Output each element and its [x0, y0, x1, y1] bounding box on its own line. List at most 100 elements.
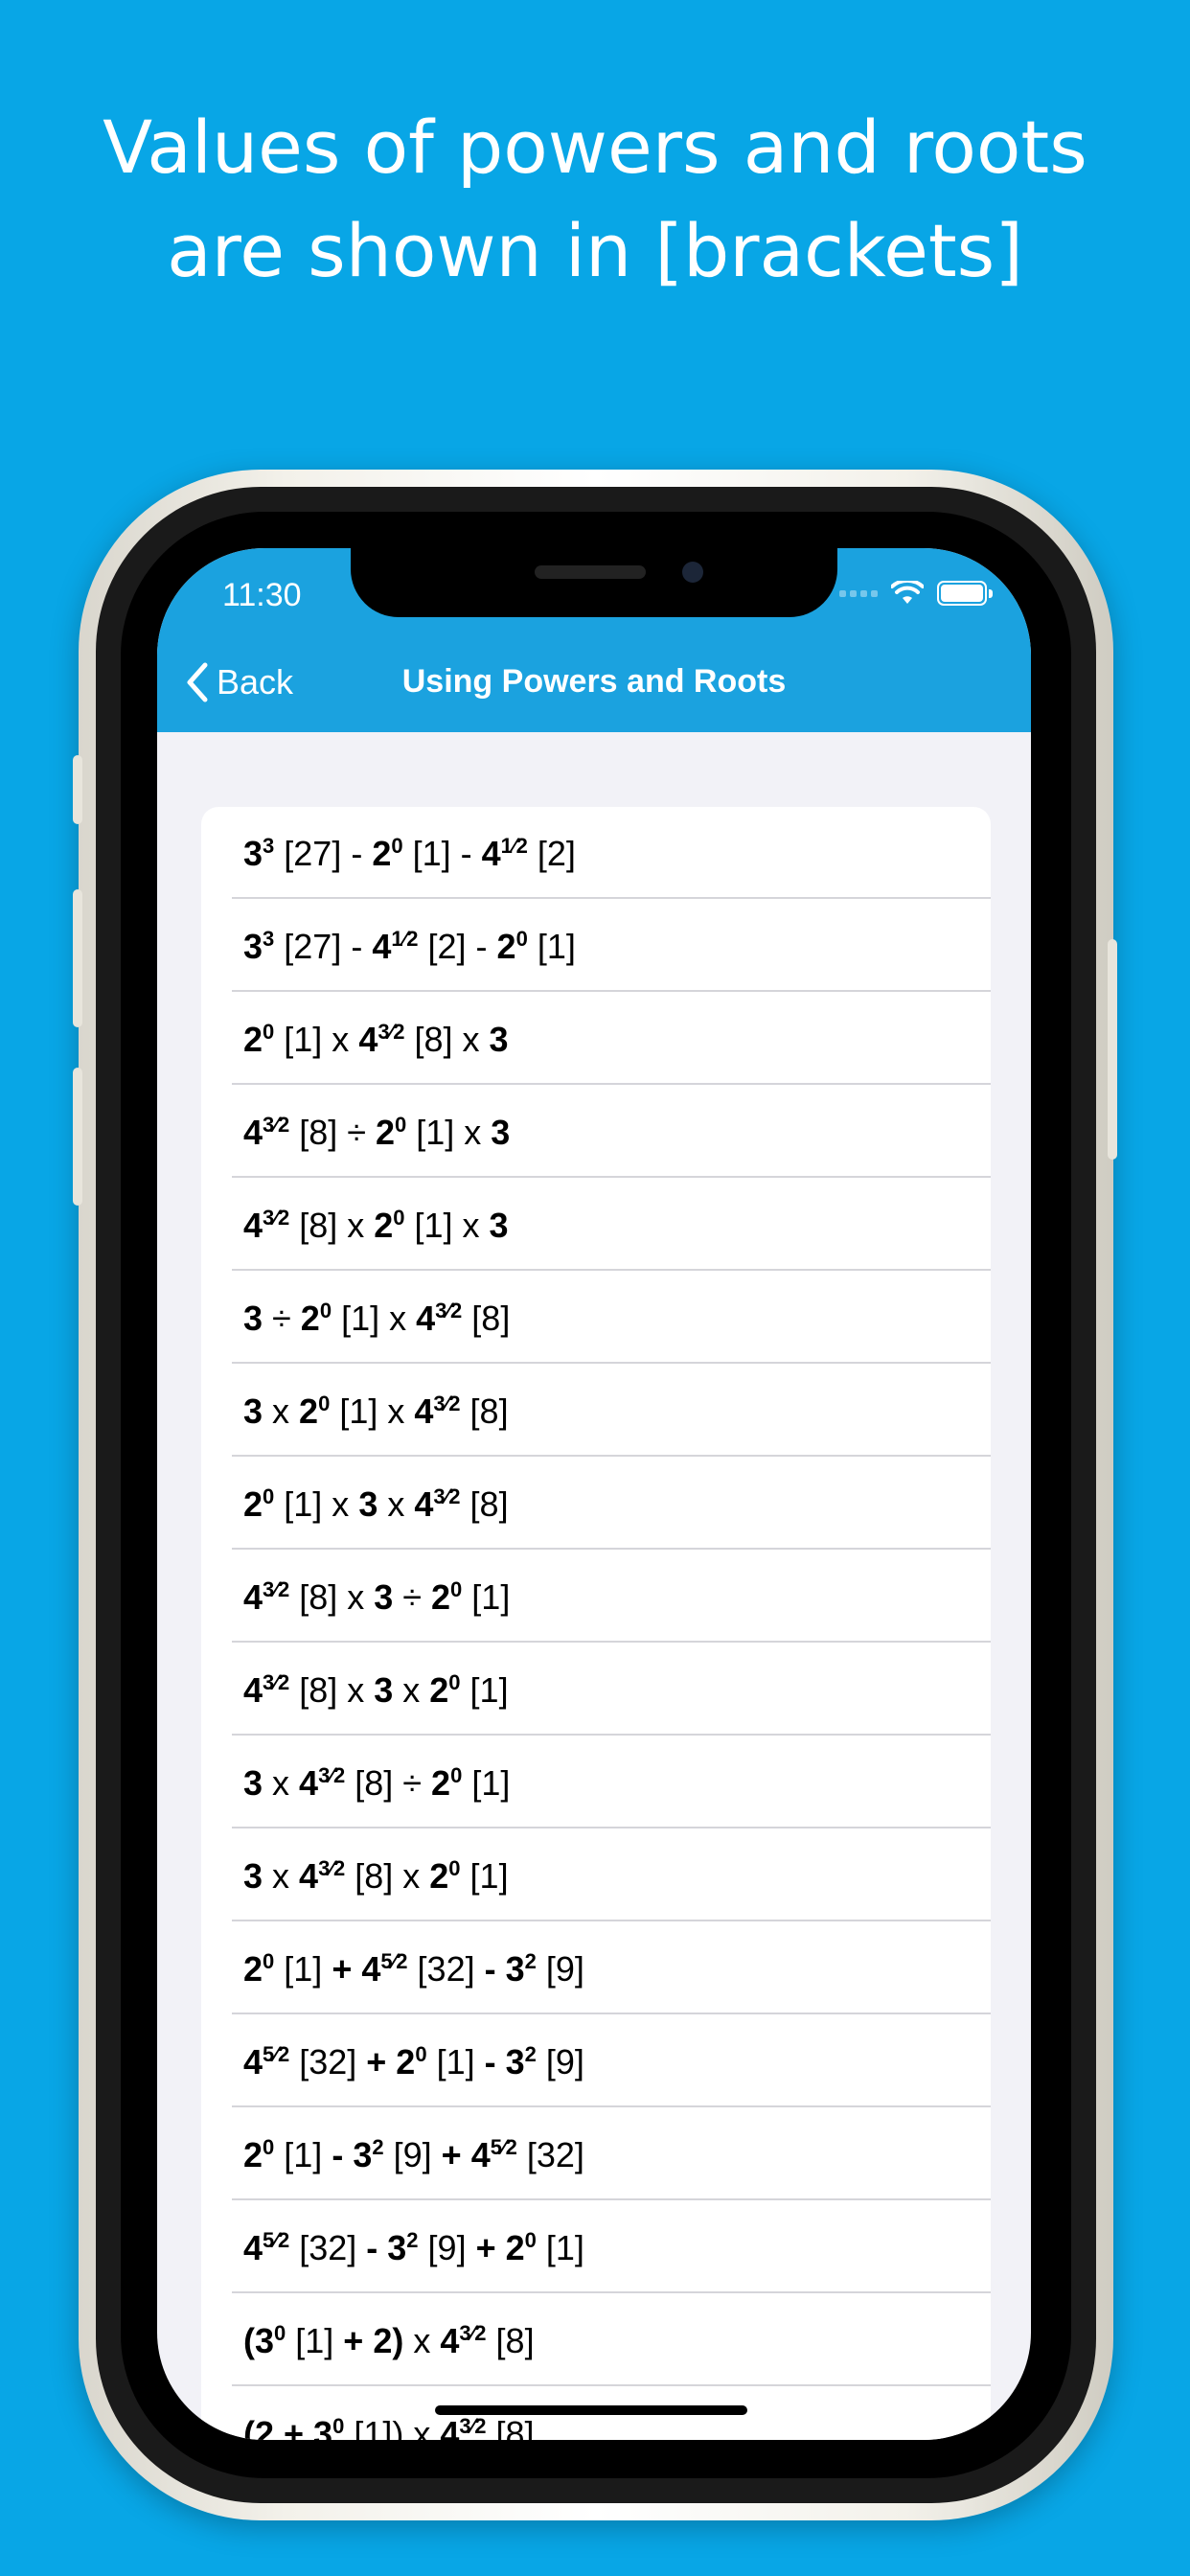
value-text: [32]: [516, 2135, 584, 2174]
list-item[interactable]: 45⁄2 [32] + 20 [1] - 32 [9]: [201, 2015, 991, 2107]
exponent: 3⁄2: [318, 1763, 346, 1787]
speaker-grille: [535, 565, 646, 579]
term: 3: [374, 1670, 394, 1710]
term: 2: [374, 1206, 394, 1245]
exponent: 2: [524, 2042, 537, 2066]
list-item[interactable]: 33 [27] - 20 [1] - 41⁄2 [2]: [201, 807, 991, 899]
exponent: 0: [395, 1113, 407, 1137]
expression-text: 33 [27] - 41⁄2 [2] - 20 [1]: [243, 927, 576, 967]
term: 2: [431, 1763, 451, 1803]
term: 2: [429, 1670, 449, 1710]
status-icons: [839, 581, 993, 606]
list-item[interactable]: 20 [1] x 43⁄2 [8] x 3: [201, 993, 991, 1085]
term: 4: [440, 2414, 460, 2440]
expression-text: 3 x 43⁄2 [8] x 20 [1]: [243, 1856, 509, 1897]
exponent: 2: [406, 2228, 419, 2252]
expression-text: 43⁄2 [8] x 3 ÷ 20 [1]: [243, 1577, 510, 1618]
row-separator: [232, 2105, 991, 2107]
value-text: [1]: [527, 927, 576, 966]
value-text: [2]: [527, 834, 576, 873]
exponent: 3⁄2: [263, 1577, 290, 1601]
list-item[interactable]: 45⁄2 [32] - 32 [9] + 20 [1]: [201, 2201, 991, 2293]
list-item[interactable]: 3 x 43⁄2 [8] x 20 [1]: [201, 1829, 991, 1921]
value-text: [8]: [462, 1299, 511, 1338]
term: 4: [243, 1577, 263, 1617]
list-item[interactable]: 43⁄2 [8] ÷ 20 [1] x 3: [201, 1086, 991, 1178]
list-item[interactable]: 43⁄2 [8] x 20 [1] x 3: [201, 1179, 991, 1271]
row-separator: [232, 2384, 991, 2386]
row-separator: [232, 1362, 991, 1364]
list-item[interactable]: 3 ÷ 20 [1] x 43⁄2 [8]: [201, 1272, 991, 1364]
value-text: [343, 2135, 353, 2174]
exponent: 0: [448, 1856, 461, 1880]
term: 4: [243, 1670, 263, 1710]
value-text: x: [263, 1392, 300, 1431]
list-item[interactable]: (30 [1] + 2) x 43⁄2 [8]: [201, 2294, 991, 2386]
value-text: [1] x: [406, 1113, 492, 1152]
term: +: [441, 2135, 462, 2174]
phone-silent-switch: [73, 755, 82, 824]
term: 4: [416, 1299, 436, 1338]
value-text: [1] x: [330, 1392, 415, 1431]
term: -: [484, 2042, 496, 2082]
term: 2: [243, 1949, 263, 1989]
term: 4: [414, 1392, 434, 1431]
term: 3: [353, 2135, 373, 2174]
value-text: [8] x: [289, 1670, 375, 1710]
term: 3: [243, 834, 263, 873]
exponent: 3⁄2: [263, 1670, 290, 1694]
list-item[interactable]: 3 x 43⁄2 [8] ÷ 20 [1]: [201, 1736, 991, 1828]
list-item[interactable]: 43⁄2 [8] x 3 ÷ 20 [1]: [201, 1551, 991, 1643]
notch: [351, 548, 837, 617]
term: 4: [358, 1020, 378, 1059]
exponent: 3⁄2: [378, 1020, 405, 1044]
term: 2: [243, 2135, 263, 2174]
value-text: ÷: [393, 1577, 432, 1617]
headline: Values of powers and roots are shown in …: [0, 96, 1190, 303]
value-text: [462, 2135, 471, 2174]
list-item[interactable]: 20 [1] + 45⁄2 [32] - 32 [9]: [201, 1922, 991, 2014]
list-item[interactable]: 43⁄2 [8] x 3 x 20 [1]: [201, 1644, 991, 1736]
exponent: 1⁄2: [500, 834, 528, 858]
value-text: [352, 1949, 361, 1989]
home-indicator[interactable]: [435, 2405, 747, 2415]
term: -: [332, 2135, 344, 2174]
term: +: [475, 2228, 496, 2267]
term: +: [366, 2042, 387, 2082]
term: 3: [489, 1020, 509, 1059]
exponent: 0: [263, 1949, 275, 1973]
value-text: [386, 2042, 396, 2082]
term: (3: [243, 2321, 275, 2360]
value-text: [1]: [274, 1949, 332, 1989]
list-item[interactable]: 20 [1] x 3 x 43⁄2 [8]: [201, 1458, 991, 1550]
exponent: 0: [393, 1206, 405, 1230]
expression-text: 20 [1] x 3 x 43⁄2 [8]: [243, 1484, 509, 1525]
exponent: 3⁄2: [263, 1206, 290, 1230]
term: 4: [299, 1856, 319, 1896]
value-text: [32]: [289, 2228, 367, 2267]
expression-text: (30 [1] + 2) x 43⁄2 [8]: [243, 2321, 535, 2361]
expression-text: 3 x 43⁄2 [8] ÷ 20 [1]: [243, 1763, 510, 1804]
term: 3: [505, 1949, 525, 1989]
value-text: [8]: [460, 1392, 509, 1431]
value-text: [2] -: [418, 927, 497, 966]
expression-text: 20 [1] x 43⁄2 [8] x 3: [243, 1020, 509, 1060]
value-text: [1]: [426, 2042, 485, 2082]
value-text: [1] x: [332, 1299, 417, 1338]
battery-tip: [989, 588, 993, 598]
list-item[interactable]: 20 [1] - 32 [9] + 45⁄2 [32]: [201, 2108, 991, 2200]
term: 4: [299, 1763, 319, 1803]
row-separator: [232, 990, 991, 992]
term: 4: [440, 2321, 460, 2360]
expression-text: 20 [1] + 45⁄2 [32] - 32 [9]: [243, 1949, 584, 1990]
exponent: 0: [263, 1484, 275, 1508]
value-text: [8]: [460, 1484, 509, 1524]
term: 2: [429, 1856, 449, 1896]
expression-text: 20 [1] - 32 [9] + 45⁄2 [32]: [243, 2135, 584, 2175]
value-text: [32]: [289, 2042, 367, 2082]
list-item[interactable]: 33 [27] - 41⁄2 [2] - 20 [1]: [201, 900, 991, 992]
value-text: [1]: [460, 1856, 509, 1896]
exponent: 0: [319, 1299, 332, 1322]
list-item[interactable]: 3 x 20 [1] x 43⁄2 [8]: [201, 1365, 991, 1457]
value-text: x: [403, 2321, 441, 2360]
